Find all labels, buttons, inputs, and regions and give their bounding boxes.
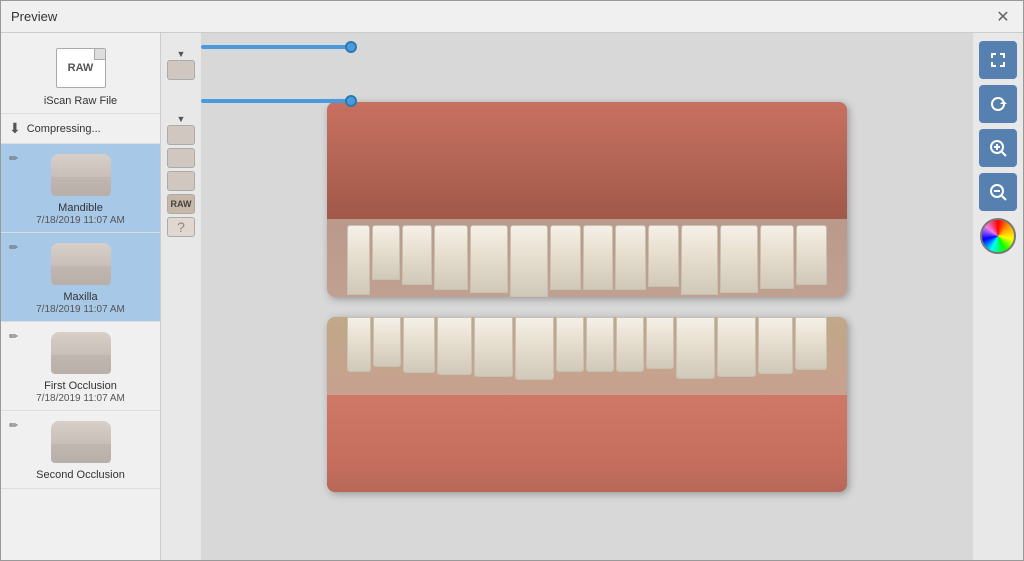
sidebar: RAW iScan Raw File ⬇ Compressing... ✏ (1, 33, 161, 560)
lower-gum (327, 395, 847, 491)
compress-icon: ⬇ (9, 120, 21, 137)
slider-group-1: ▼ (167, 49, 195, 80)
sidebar-item-iscan-raw[interactable]: RAW iScan Raw File (1, 37, 160, 114)
rotate-button[interactable] (979, 85, 1017, 123)
viewport[interactable] (201, 33, 973, 560)
arrow-down-2[interactable]: ▼ (177, 114, 186, 124)
sidebar-item-first-occlusion[interactable]: ✏ First Occlusion 7/18/2019 11:07 AM (1, 322, 160, 411)
mandible-label: Mandible (58, 202, 103, 214)
tooth-lr3 (676, 317, 715, 379)
tooth-ur3 (681, 225, 719, 295)
zoom-out-button[interactable] (979, 173, 1017, 211)
question-thumb[interactable]: ? (167, 217, 195, 237)
tooth-ll2 (556, 317, 584, 372)
scan-thumb-4[interactable] (167, 171, 195, 191)
iscan-raw-icon: RAW (46, 43, 116, 93)
slider-group-2: ▼ RAW ? (167, 114, 195, 237)
sidebar-item-maxilla[interactable]: ✏ Maxilla 7/18/2019 11:07 AM (1, 233, 160, 322)
slider1-controls: ▼ (167, 49, 195, 80)
compressing-label: Compressing... (27, 123, 101, 135)
upper-teeth-row (347, 225, 827, 297)
edit-icon-second-occlusion: ✏ (9, 419, 18, 432)
sidebar-item-second-occlusion[interactable]: ✏ Second Occlusion (1, 411, 160, 489)
zoom-in-icon (988, 138, 1008, 158)
slider-2-thumb[interactable] (345, 95, 357, 107)
tooth-ll3 (515, 317, 554, 380)
tooth-ul2 (550, 225, 581, 290)
edit-icon-mandible: ✏ (9, 152, 18, 165)
tooth-ll8 (347, 317, 371, 372)
rotate-icon (988, 94, 1008, 114)
sidebar-item-mandible[interactable]: ✏ Mandible 7/18/2019 11:07 AM (1, 144, 160, 233)
tooth-ur6 (796, 225, 827, 285)
zoom-in-button[interactable] (979, 129, 1017, 167)
lower-teeth-view (327, 317, 847, 492)
tooth-lr2 (646, 317, 674, 369)
maxilla-date: 7/18/2019 11:07 AM (36, 304, 125, 315)
tooth-ll4 (474, 317, 513, 377)
second-occlusion-icon (46, 417, 116, 467)
right-toolbar (973, 33, 1023, 560)
mandible-date: 7/18/2019 11:07 AM (36, 215, 125, 226)
tooth-lr6 (795, 317, 827, 370)
tooth-lr1 (616, 317, 644, 372)
tooth-ul1 (583, 225, 614, 290)
tooth-ul3 (510, 225, 548, 297)
color-wheel-button[interactable] (980, 218, 1016, 254)
iscan-raw-label: iScan Raw File (44, 95, 117, 107)
close-button[interactable]: ✕ (993, 7, 1013, 27)
expand-button[interactable] (979, 41, 1017, 79)
tooth-ul4 (470, 225, 508, 293)
raw-file-icon: RAW (56, 48, 106, 88)
tooth-ul8 (347, 225, 370, 295)
tooth-ul5 (434, 225, 468, 290)
slider-2-row (201, 99, 351, 103)
tooth-ur4 (720, 225, 758, 293)
scan-thumb-1[interactable] (167, 60, 195, 80)
tooth-ur1 (615, 225, 646, 290)
tooth-lr4 (717, 317, 756, 377)
first-occlusion-icon (46, 328, 116, 378)
tooth-ur5 (760, 225, 794, 289)
slider2-controls: ▼ RAW ? (167, 114, 195, 237)
main-content: RAW iScan Raw File ⬇ Compressing... ✏ (1, 33, 1023, 560)
slider-2-track[interactable] (201, 99, 351, 103)
slider-1-thumb[interactable] (345, 41, 357, 53)
preview-window: Preview ✕ RAW iScan Raw File ⬇ Compressi… (0, 0, 1024, 561)
arrow-down-1[interactable]: ▼ (177, 49, 186, 59)
tooth-ll1 (586, 317, 614, 372)
raw-thumb[interactable]: RAW (167, 194, 195, 214)
tooth-ul6 (402, 225, 433, 285)
upper-gum (327, 102, 847, 219)
slider-1-track[interactable] (201, 45, 351, 49)
tooth-ul7 (372, 225, 399, 280)
lower-teeth-row (347, 317, 827, 380)
scan-thumb-2[interactable] (167, 125, 195, 145)
window-title: Preview (11, 9, 57, 24)
scan-thumb-3[interactable] (167, 148, 195, 168)
sidebar-item-compressing[interactable]: ⬇ Compressing... (1, 114, 160, 144)
zoom-out-icon (988, 182, 1008, 202)
upper-teeth-view (327, 102, 847, 297)
edit-icon-first-occlusion: ✏ (9, 330, 18, 343)
tooth-ll7 (373, 317, 401, 367)
first-occlusion-label: First Occlusion (44, 380, 117, 392)
center-panel: ▼ ▼ RAW ? (161, 33, 1023, 560)
maxilla-label: Maxilla (63, 291, 97, 303)
maxilla-icon (46, 239, 116, 289)
tooth-ll5 (437, 317, 472, 375)
titlebar: Preview ✕ (1, 1, 1023, 33)
tooth-lr5 (758, 317, 793, 374)
tooth-ur2 (648, 225, 679, 287)
second-occlusion-label: Second Occlusion (36, 469, 125, 481)
tooth-ll6 (403, 317, 435, 373)
first-occlusion-date: 7/18/2019 11:07 AM (36, 393, 125, 404)
slider-1-row (201, 45, 351, 49)
tool-column: ▼ ▼ RAW ? (161, 33, 201, 560)
edit-icon-maxilla: ✏ (9, 241, 18, 254)
expand-icon (988, 50, 1008, 70)
mandible-icon (46, 150, 116, 200)
